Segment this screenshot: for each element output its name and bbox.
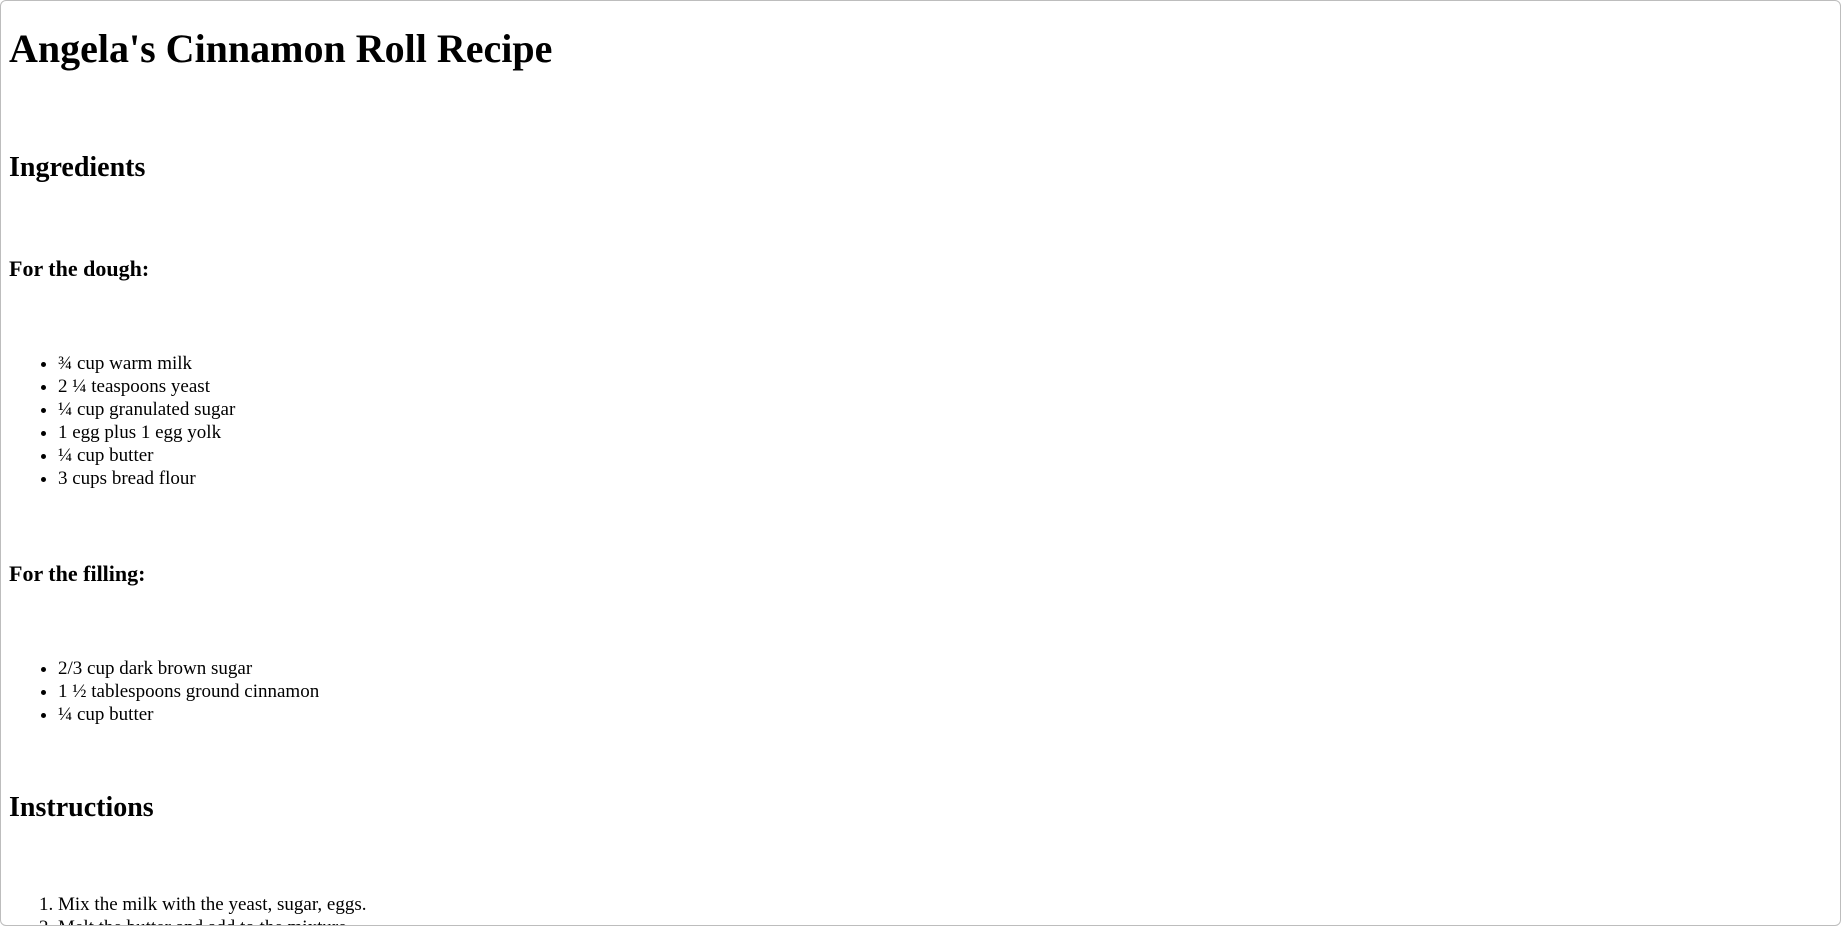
ingredients-heading: Ingredients — [9, 152, 146, 183]
filling-ingredient-list: 2/3 cup dark brown sugar 1 ½ tablespoons… — [9, 657, 1832, 726]
recipe-page: Angela's Cinnamon Roll Recipe Ingredient… — [1, 26, 1840, 925]
list-item: ¼ cup butter — [58, 444, 1832, 467]
dough-ingredient-list: ¾ cup warm milk 2 ¼ teaspoons yeast ¼ cu… — [9, 352, 1832, 490]
instruction-step: Mix the milk with the yeast, sugar, eggs… — [58, 893, 1832, 916]
filling-subheading: For the filling: — [9, 561, 146, 586]
instructions-list: Mix the milk with the yeast, sugar, eggs… — [9, 893, 1832, 925]
instruction-step: Melt the butter and add to the mixture. — [58, 916, 1832, 925]
list-item: 1 ½ tablespoons ground cinnamon — [58, 680, 1832, 703]
page-title: Angela's Cinnamon Roll Recipe — [9, 26, 553, 71]
list-item: 1 egg plus 1 egg yolk — [58, 421, 1832, 444]
dough-subheading: For the dough: — [9, 256, 150, 281]
instructions-heading: Instructions — [9, 792, 154, 823]
browser-viewport: Angela's Cinnamon Roll Recipe Ingredient… — [0, 0, 1841, 926]
list-item: ¼ cup granulated sugar — [58, 398, 1832, 421]
list-item: ¾ cup warm milk — [58, 352, 1832, 375]
list-item: ¼ cup butter — [58, 703, 1832, 726]
list-item: 2/3 cup dark brown sugar — [58, 657, 1832, 680]
list-item: 3 cups bread flour — [58, 467, 1832, 490]
list-item: 2 ¼ teaspoons yeast — [58, 375, 1832, 398]
